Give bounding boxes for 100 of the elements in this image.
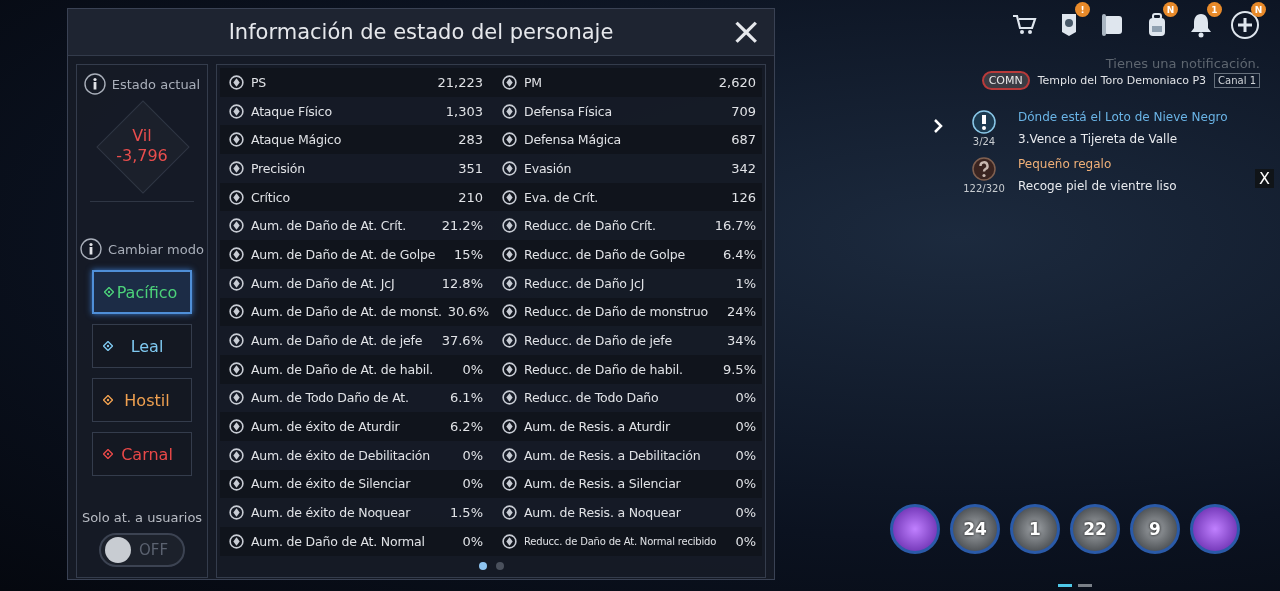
stat-label: Crítico: [251, 189, 291, 205]
stat-value: 37.6%: [441, 333, 483, 349]
mode-button[interactable]: Hostil: [92, 378, 192, 422]
quest-counter: 122/320: [963, 183, 1005, 194]
stat-emblem-icon: [501, 303, 518, 321]
stat-label: PS: [251, 74, 268, 90]
stat-value: 0%: [735, 447, 756, 463]
location-name: Templo del Toro Demoniaco P3: [1037, 74, 1207, 87]
stat-value: 0%: [735, 390, 756, 406]
stat-value: 6.2%: [449, 419, 483, 435]
stat-emblem-icon: [501, 532, 518, 550]
stat-label: Reducc. de Daño de habil.: [524, 361, 684, 377]
stat-value: 24%: [727, 304, 756, 320]
stat-emblem-icon: [228, 217, 245, 235]
skill-button[interactable]: 22: [1070, 504, 1120, 554]
chevron-icon[interactable]: [932, 118, 944, 134]
alignment-name: Vil: [132, 126, 152, 146]
diamond-icon: [103, 449, 113, 459]
mode-button[interactable]: Carnal: [92, 432, 192, 476]
question-icon[interactable]: [972, 157, 996, 181]
info-icon[interactable]: [80, 238, 103, 260]
stat-label: Eva. de Crít.: [524, 189, 600, 205]
stat-label: Aum. de Resis. a Silenciar: [524, 476, 682, 492]
page-dot[interactable]: [478, 561, 487, 570]
stat-label: Precisión: [251, 160, 306, 176]
stat-label: Aum. de Daño de At. Crít.: [251, 218, 408, 234]
toggle-label: Solo at. a usuarios: [81, 510, 203, 525]
stat-emblem-icon: [228, 418, 245, 436]
stat-emblem-icon: [228, 532, 245, 550]
stat-label: Aum. de Todo Daño de At.: [251, 390, 410, 406]
alignment-value: -3,796: [116, 146, 168, 166]
stat-value: 34%: [727, 333, 756, 349]
stat-value: 15%: [454, 246, 483, 262]
stat-label: Evasión: [524, 160, 573, 176]
stat-label: Aum. de éxito de Debilitación: [251, 447, 431, 463]
stat-value: 0%: [735, 505, 756, 521]
section-heading: Estado actual: [111, 76, 201, 92]
quest-task: 3.Vence a Tijereta de Valle: [1018, 132, 1179, 146]
mode-button[interactable]: Leal: [92, 324, 192, 368]
stat-value: 0%: [462, 533, 483, 549]
stat-label: Aum. de Resis. a Noquear: [524, 505, 682, 521]
stat-value: 2,620: [718, 74, 756, 90]
stat-emblem-icon: [228, 446, 245, 464]
stat-label: Reducc. de Daño de jefe: [524, 333, 674, 349]
stat-label: Aum. de Daño de At. de Golpe: [251, 246, 437, 262]
stat-emblem-icon: [228, 188, 245, 206]
stat-value: 0%: [462, 476, 483, 492]
quest-task: Recoge piel de vientre liso: [1018, 179, 1177, 193]
stat-label: Aum. de Daño de At. de monst.: [251, 304, 442, 320]
stat-label: Defensa Física: [524, 103, 613, 119]
stat-value: 6.1%: [449, 390, 483, 406]
stat-emblem-icon: [228, 475, 245, 493]
quest-title[interactable]: Pequeño regalo: [1018, 157, 1177, 171]
stat-emblem-icon: [501, 102, 518, 120]
stat-emblem-icon: [501, 159, 518, 177]
skill-button[interactable]: [1190, 504, 1240, 554]
stat-label: PM: [524, 74, 543, 90]
stat-label: Reducc. de Daño de At. Normal recibido: [524, 535, 718, 547]
notification-badge: N: [1163, 2, 1178, 17]
stat-value: 6.4%: [722, 246, 756, 262]
close-button[interactable]: X: [1255, 169, 1274, 188]
stat-value: 0%: [735, 533, 756, 549]
stat-label: Aum. de Daño de At. Normal: [251, 533, 426, 549]
stat-label: Aum. de éxito de Noquear: [251, 505, 412, 521]
page-dot[interactable]: [495, 561, 504, 570]
stat-emblem-icon: [501, 389, 518, 407]
skill-button[interactable]: [890, 504, 940, 554]
stat-emblem-icon: [501, 360, 518, 378]
stat-emblem-icon: [501, 217, 518, 235]
quest-counter: 3/24: [972, 136, 996, 147]
stat-emblem-icon: [228, 245, 245, 263]
diamond-icon: [104, 287, 114, 297]
stat-value: 687: [731, 132, 756, 148]
stat-emblem-icon: [228, 131, 245, 149]
notification-text: Tienes una notificación.: [1105, 56, 1260, 71]
stat-emblem-icon: [501, 418, 518, 436]
notification-badge: !: [1075, 2, 1090, 17]
info-icon[interactable]: [83, 73, 106, 95]
exclamation-icon[interactable]: [972, 110, 996, 134]
stat-value: 1,303: [445, 103, 483, 119]
stat-label: Aum. de Daño de At. de habil.: [251, 361, 435, 377]
stat-emblem-icon: [501, 274, 518, 292]
stat-label: Aum. de éxito de Silenciar: [251, 476, 412, 492]
stat-label: Ataque Físico: [251, 103, 333, 119]
stat-emblem-icon: [228, 274, 245, 292]
stat-emblem-icon: [501, 475, 518, 493]
stat-emblem-icon: [501, 73, 518, 91]
stat-value: 0%: [735, 419, 756, 435]
stat-emblem-icon: [228, 303, 245, 321]
stat-value: 21.2%: [441, 218, 483, 234]
stat-label: Ataque Mágico: [251, 132, 343, 148]
close-button[interactable]: ×: [726, 12, 766, 50]
stat-value: 1%: [735, 275, 756, 291]
stat-value: 210: [458, 189, 483, 205]
stat-emblem-icon: [228, 504, 245, 522]
skill-button[interactable]: 24: [950, 504, 1000, 554]
mode-button[interactable]: Pacífico: [92, 270, 192, 314]
quest-title[interactable]: Dónde está el Loto de Nieve Negro: [1018, 110, 1228, 124]
stat-value: 16.7%: [714, 218, 756, 234]
channel-button[interactable]: Canal 1: [1214, 73, 1260, 88]
